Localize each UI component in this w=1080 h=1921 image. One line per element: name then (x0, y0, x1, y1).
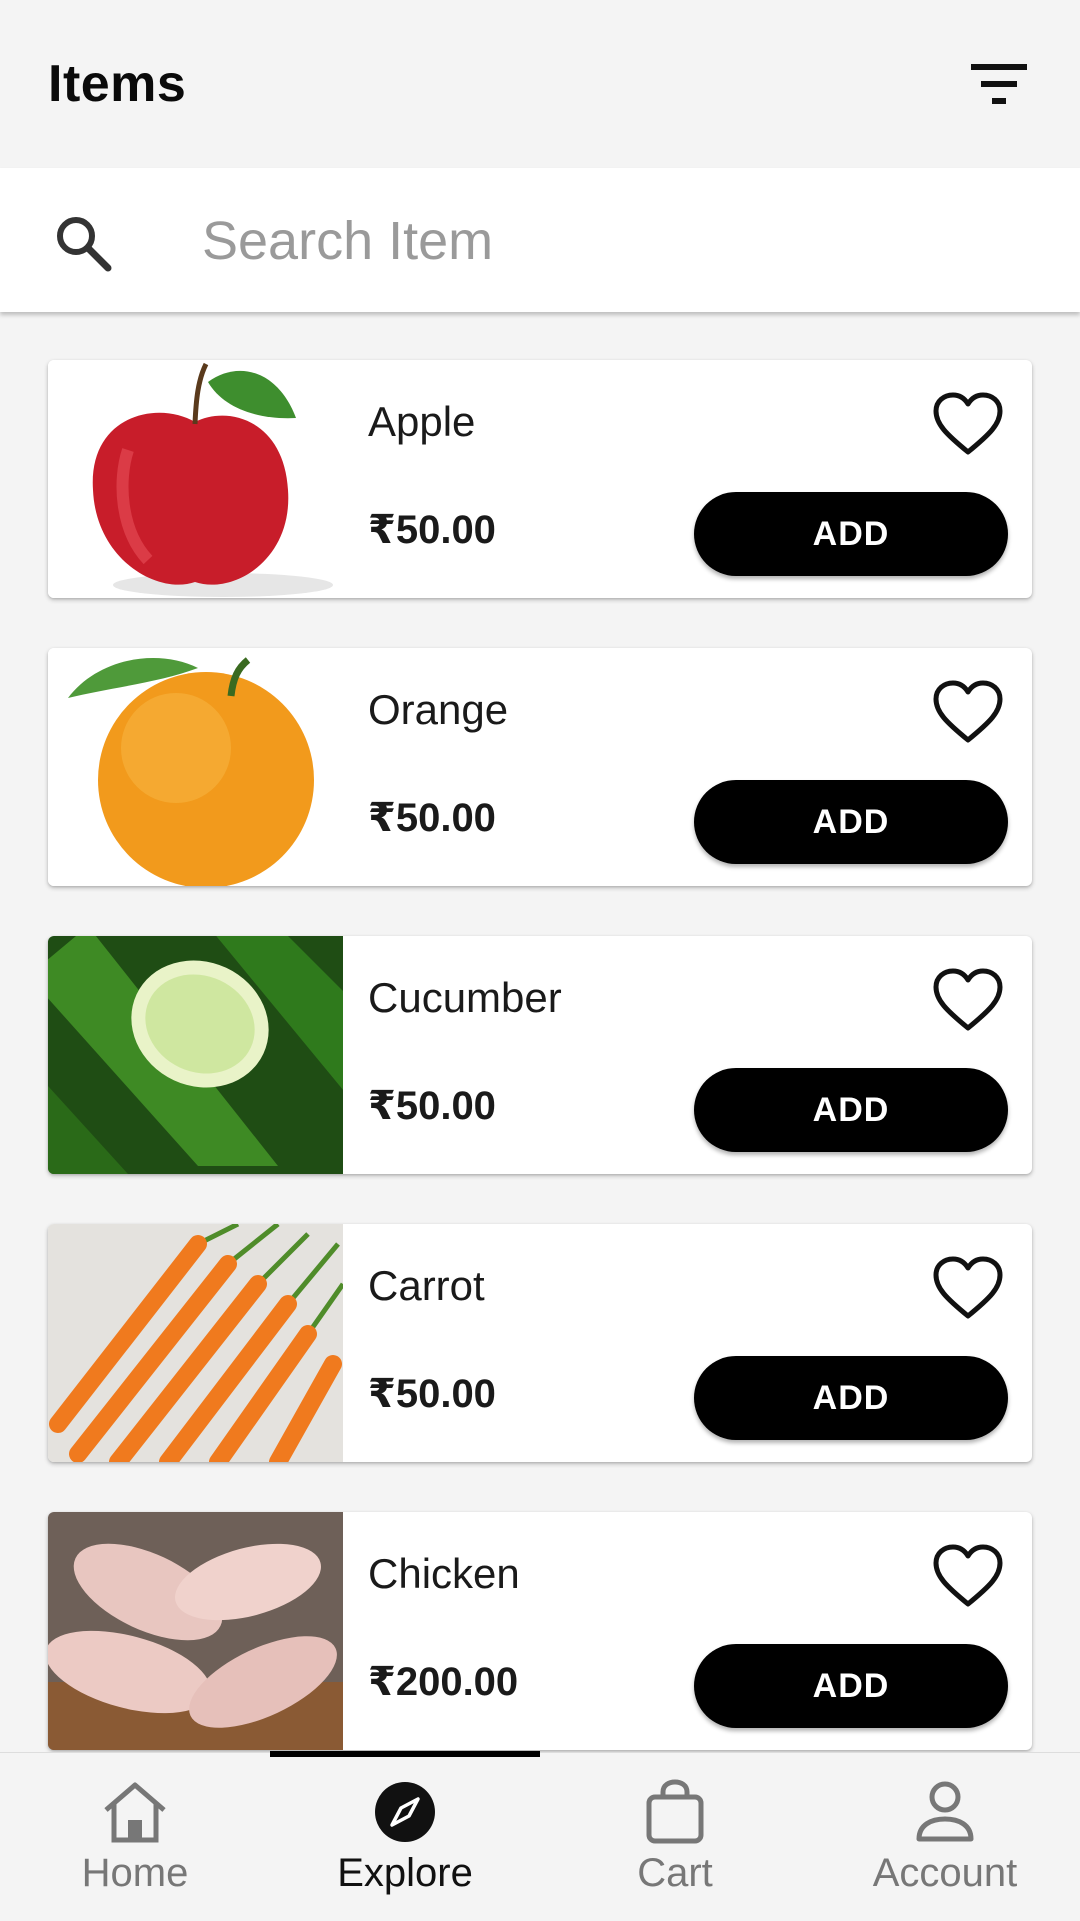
add-button[interactable]: ADD (694, 780, 1008, 864)
search-icon[interactable] (52, 212, 114, 274)
item-name: Carrot (368, 1262, 485, 1309)
search-bar (0, 168, 1080, 312)
orange-image (48, 648, 343, 886)
heart-icon[interactable] (932, 392, 1004, 458)
app-bar: Items (0, 0, 1080, 168)
item-name: Cucumber (368, 974, 562, 1021)
cucumber-image (48, 936, 343, 1174)
apple-image (48, 360, 343, 598)
heart-icon[interactable] (932, 680, 1004, 746)
item-card[interactable]: Carrot ₹50.00 ADD (48, 1224, 1032, 1462)
item-name: Chicken (368, 1550, 520, 1597)
heart-icon[interactable] (932, 1544, 1004, 1610)
nav-label: Account (872, 1851, 1018, 1895)
item-price: ₹50.00 (368, 508, 496, 552)
item-card[interactable]: Chicken ₹200.00 ADD (48, 1512, 1032, 1750)
nav-home[interactable]: Home (0, 1753, 270, 1921)
person-icon (916, 1781, 974, 1842)
item-list: Apple ₹50.00 ADD Orange ₹50.00 ADD Cucum… (48, 360, 1032, 1800)
add-button[interactable]: ADD (694, 1068, 1008, 1152)
filter-icon (971, 64, 1027, 104)
home-icon (104, 1782, 166, 1843)
carrot-image (48, 1224, 343, 1462)
heart-icon[interactable] (932, 1256, 1004, 1322)
item-name: Orange (368, 686, 509, 733)
heart-icon[interactable] (932, 968, 1004, 1034)
bottom-nav: Home Explore Cart Account (0, 1751, 1080, 1921)
item-price: ₹50.00 (368, 796, 496, 840)
item-name: Apple (368, 398, 476, 445)
nav-label: Explore (337, 1851, 473, 1895)
add-button[interactable]: ADD (694, 1644, 1008, 1728)
nav-label: Cart (637, 1851, 713, 1895)
item-card[interactable]: Apple ₹50.00 ADD (48, 360, 1032, 598)
item-price: ₹50.00 (368, 1084, 496, 1128)
item-card[interactable]: Orange ₹50.00 ADD (48, 648, 1032, 886)
nav-account[interactable]: Account (810, 1753, 1080, 1921)
compass-icon (375, 1782, 435, 1842)
shopping-bag-icon (646, 1779, 704, 1844)
add-button[interactable]: ADD (694, 1356, 1008, 1440)
filter-button[interactable] (964, 49, 1034, 119)
nav-explore[interactable]: Explore (270, 1753, 540, 1921)
item-price: ₹50.00 (368, 1372, 496, 1416)
page-title: Items (48, 55, 187, 113)
chicken-image (48, 1512, 343, 1750)
item-card[interactable]: Cucumber ₹50.00 ADD (48, 936, 1032, 1174)
add-button[interactable]: ADD (694, 492, 1008, 576)
nav-label: Home (81, 1851, 189, 1895)
item-price: ₹200.00 (368, 1660, 519, 1704)
nav-cart[interactable]: Cart (540, 1753, 810, 1921)
search-input[interactable] (200, 198, 1024, 284)
